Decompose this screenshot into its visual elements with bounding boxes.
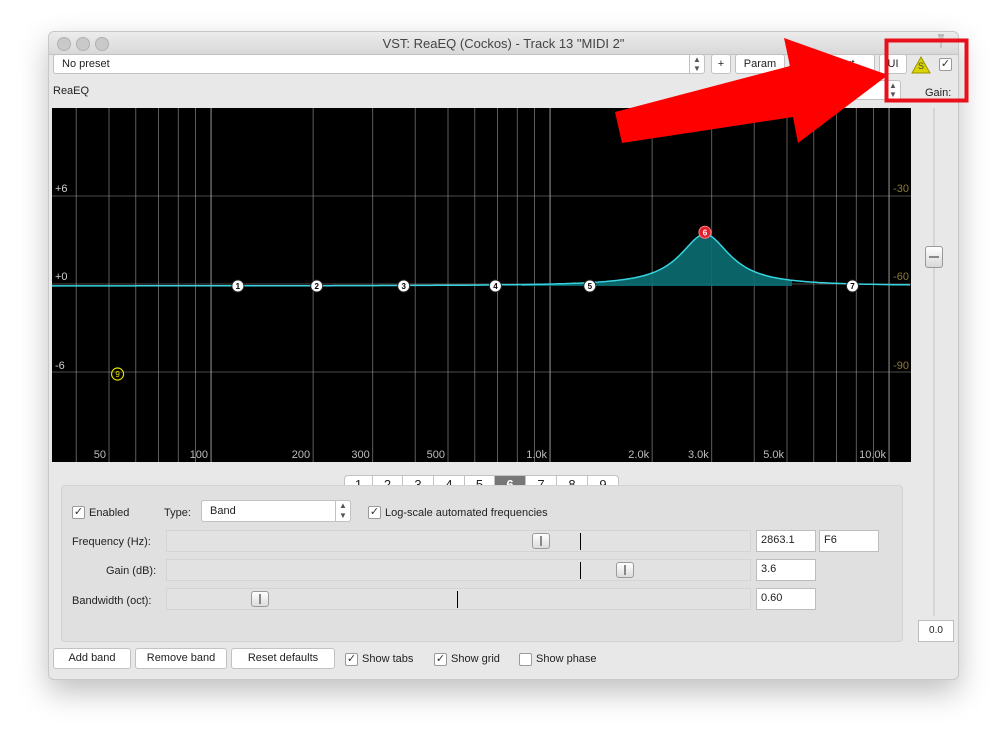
master-gain-track[interactable] <box>933 108 935 616</box>
freq-label: 50 <box>94 449 106 461</box>
db-label-right: -90 <box>893 360 909 372</box>
band-type-value: Band <box>210 505 236 517</box>
band-node-2[interactable]: 2 <box>310 279 324 293</box>
band-node-6[interactable]: 6 <box>698 225 712 239</box>
db-label-left: +6 <box>55 183 68 195</box>
enabled-checkbox[interactable]: ✓ <box>72 506 85 519</box>
type-label: Type: <box>164 507 191 519</box>
band-display-value: All <box>852 84 865 96</box>
eq-graph[interactable]: +6 +0 -6 -30 -60 -90 50 100 200 300 500 1.0k 2.0k 3.0… <box>52 108 911 462</box>
freq-label: 100 <box>190 449 208 461</box>
freq-label: 500 <box>427 449 445 461</box>
show-phase-label: Show phase <box>536 653 597 665</box>
band-node-label: 9 <box>115 370 120 379</box>
preset-dropdown[interactable]: No preset ▲ ▼ <box>53 54 705 74</box>
band-node-7[interactable]: 7 <box>845 279 859 293</box>
band-node-label: 6 <box>703 228 708 237</box>
plugin-window: VST: ReaEQ (Cockos) - Track 13 "MIDI 2" … <box>48 31 959 680</box>
band-node-label: 2 <box>315 282 320 291</box>
band-node-label: 3 <box>401 282 406 291</box>
band-display-dropdown[interactable]: All ▲ ▼ <box>843 80 901 100</box>
frequency-note-field[interactable]: F6 <box>819 530 879 552</box>
band-gain-label: Gain (dB): <box>106 565 157 577</box>
band-node-label: 1 <box>236 282 241 291</box>
band-node-label: 7 <box>850 282 855 291</box>
chevron-updown-icon: ▲ ▼ <box>689 55 704 73</box>
title-bar[interactable]: VST: ReaEQ (Cockos) - Track 13 "MIDI 2" <box>49 32 958 55</box>
add-band-button[interactable]: Add band <box>53 648 131 669</box>
band-node-label: 5 <box>588 282 593 291</box>
show-tabs-checkbox[interactable]: ✓ <box>345 653 358 666</box>
add-preset-button[interactable]: + <box>711 54 731 74</box>
frequency-slider-thumb[interactable] <box>532 533 550 549</box>
param-button[interactable]: Param <box>735 54 785 74</box>
band-gain-zero-marker <box>580 562 581 579</box>
io-routing-button[interactable]: 2 in 2 out <box>789 54 875 74</box>
band-node-3[interactable]: 3 <box>397 279 411 293</box>
ui-button[interactable]: UI <box>879 54 907 74</box>
db-label-left: -6 <box>55 360 65 372</box>
bandwidth-field[interactable]: 0.60 <box>756 588 816 610</box>
band-node-label: 4 <box>493 282 498 291</box>
band-gain-field[interactable]: 3.6 <box>756 559 816 581</box>
freq-label: 3.0k <box>688 449 709 461</box>
freq-label: 5.0k <box>763 449 784 461</box>
frequency-label: Frequency (Hz): <box>72 536 151 548</box>
frequency-field[interactable]: 2863.1 <box>756 530 816 552</box>
show-grid-label: Show grid <box>451 653 500 665</box>
log-scale-label: Log-scale automated frequencies <box>385 507 548 519</box>
remove-band-button[interactable]: Remove band <box>135 648 227 669</box>
reset-defaults-button[interactable]: Reset defaults <box>231 648 335 669</box>
enabled-label: Enabled <box>89 507 130 519</box>
freq-label: 2.0k <box>628 449 649 461</box>
band-gain-slider-thumb[interactable] <box>616 562 634 578</box>
frequency-slider[interactable] <box>166 530 751 552</box>
show-grid-checkbox[interactable]: ✓ <box>434 653 447 666</box>
window-title: VST: ReaEQ (Cockos) - Track 13 "MIDI 2" <box>382 36 625 51</box>
bandwidth-label: Bandwidth (oct): <box>72 595 152 607</box>
band-gain-slider[interactable] <box>166 559 751 581</box>
band-node-4[interactable]: 4 <box>488 279 502 293</box>
freq-label: 10.0k <box>859 449 886 461</box>
db-label-right: -60 <box>893 271 909 283</box>
band-node-1[interactable]: 1 <box>231 279 245 293</box>
gain-label: Gain: <box>925 87 952 99</box>
freq-label: 300 <box>351 449 369 461</box>
plugin-name: ReaEQ <box>53 85 90 97</box>
bandwidth-default-marker <box>457 591 458 608</box>
preset-value: No preset <box>62 58 110 70</box>
freq-label: 1.0k <box>526 449 547 461</box>
db-label-right: -30 <box>893 183 909 195</box>
db-label-left: +0 <box>55 271 68 283</box>
band-type-dropdown[interactable]: Band ▲ ▼ <box>201 500 351 522</box>
master-gain-thumb[interactable] <box>925 246 943 268</box>
show-tabs-label: Show tabs <box>362 653 414 665</box>
frequency-default-marker <box>580 533 581 550</box>
sidechain-label: S <box>918 61 925 71</box>
bandwidth-slider-thumb[interactable] <box>251 591 269 607</box>
sidechain-warning-icon[interactable]: S <box>911 55 931 74</box>
chevron-updown-icon: ▲ ▼ <box>335 501 350 521</box>
chevron-updown-icon: ▲ ▼ <box>885 81 900 99</box>
bypass-checkbox[interactable]: ✓ <box>939 58 952 71</box>
pin-icon[interactable] <box>936 34 946 48</box>
log-scale-checkbox[interactable]: ✓ <box>368 506 381 519</box>
band-node-5[interactable]: 5 <box>583 279 597 293</box>
freq-label: 200 <box>292 449 310 461</box>
show-phase-checkbox[interactable] <box>519 653 532 666</box>
master-gain-field[interactable]: 0.0 <box>918 620 954 642</box>
